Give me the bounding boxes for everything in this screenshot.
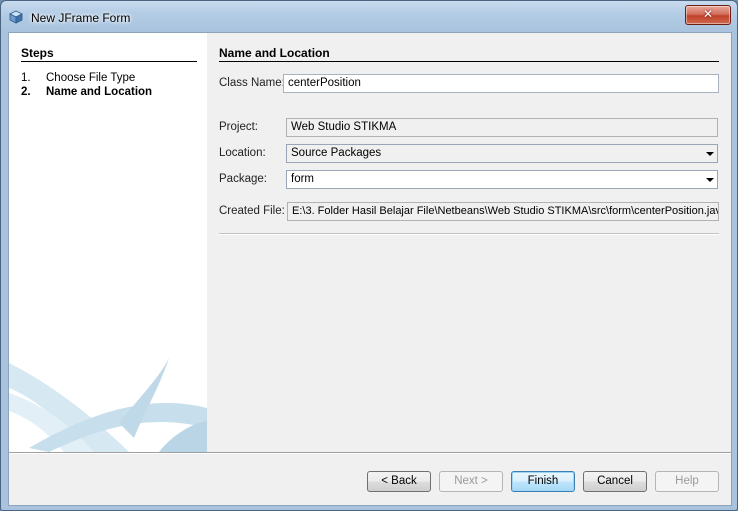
step-name-and-location: 2. Name and Location xyxy=(21,86,152,98)
project-label: Project: xyxy=(219,121,258,133)
button-bar-separator xyxy=(9,452,731,454)
step-number: 1. xyxy=(21,72,31,84)
step-choose-file-type: 1. Choose File Type xyxy=(21,72,135,84)
package-value: form xyxy=(291,173,314,185)
chevron-down-icon[interactable] xyxy=(706,178,714,182)
steps-divider xyxy=(21,61,197,62)
location-value: Source Packages xyxy=(291,147,382,159)
created-file-field: E:\3. Folder Hasil Belajar File\Netbeans… xyxy=(287,202,719,221)
window-title: New JFrame Form xyxy=(31,11,131,25)
cancel-button[interactable]: Cancel xyxy=(583,471,647,492)
location-label: Location: xyxy=(219,147,266,159)
dialog-content: Steps 1. Choose File Type 2. Name and Loca… xyxy=(8,32,732,506)
close-icon: ✕ xyxy=(702,7,714,21)
main-panel: Name and Location Class Name: centerPosi… xyxy=(207,33,731,452)
dialog-window: New JFrame Form ✕ Steps 1. Choose File Ty… xyxy=(0,0,738,511)
created-file-label: Created File: xyxy=(219,205,285,217)
project-field: Web Studio STIKMA xyxy=(286,118,718,137)
package-combobox[interactable]: form xyxy=(286,170,718,189)
panel-separator xyxy=(219,233,719,235)
netbeans-cube-icon xyxy=(9,10,23,24)
decorative-swoosh-graphic xyxy=(9,358,207,452)
step-number: 2. xyxy=(21,86,31,98)
steps-sidebar: Steps 1. Choose File Type 2. Name and Loca… xyxy=(9,33,207,452)
package-label: Package: xyxy=(219,173,267,185)
panel-heading: Name and Location xyxy=(219,46,330,60)
next-button[interactable]: Next > xyxy=(439,471,503,492)
class-name-label: Class Name: xyxy=(219,77,285,89)
close-button[interactable]: ✕ xyxy=(685,5,731,25)
help-button[interactable]: Help xyxy=(655,471,719,492)
back-button[interactable]: < Back xyxy=(367,471,431,492)
title-bar[interactable]: New JFrame Form ✕ xyxy=(1,1,737,33)
step-label: Choose File Type xyxy=(46,72,136,84)
step-label: Name and Location xyxy=(46,86,153,98)
chevron-down-icon[interactable] xyxy=(706,152,714,156)
finish-button[interactable]: Finish xyxy=(511,471,575,492)
location-dropdown[interactable]: Source Packages xyxy=(286,144,718,163)
panel-heading-divider xyxy=(219,61,719,62)
class-name-input[interactable]: centerPosition xyxy=(283,74,719,93)
steps-heading: Steps xyxy=(21,46,54,60)
